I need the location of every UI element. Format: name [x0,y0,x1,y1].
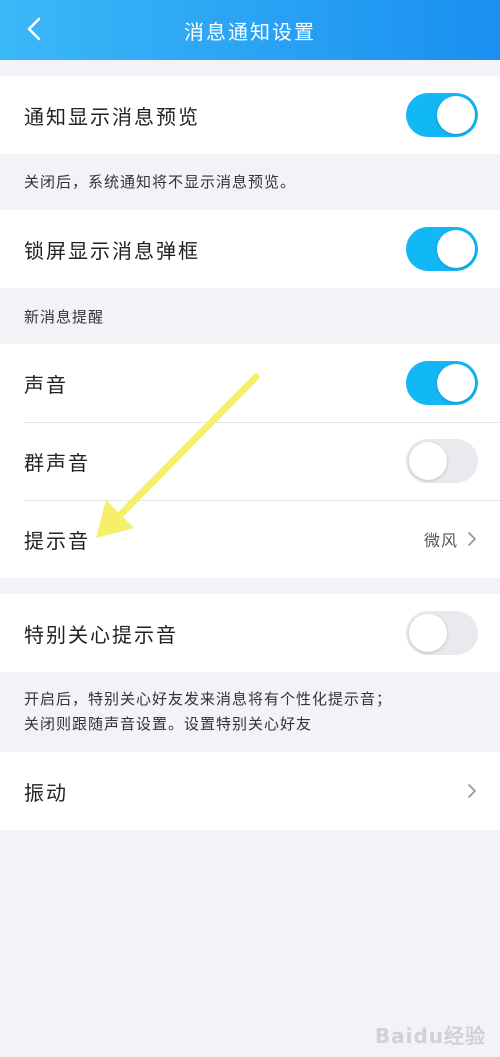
vibration-label: 振动 [24,780,68,805]
preview-note: 关闭后，系统通知将不显示消息预览。 [24,172,297,191]
chevron-right-icon [468,532,476,546]
lockscreen-popup-toggle[interactable] [406,227,478,271]
message-preview-label: 通知显示消息预览 [24,104,200,129]
special-care-note-line-2: 关闭则跟随声音设置。设置特别关心好友 [24,715,313,733]
row-vibration[interactable]: 振动 [0,752,500,830]
section-special-care: 特别关心提示音 [0,594,500,672]
back-chevron-icon[interactable] [20,14,50,44]
section-vibration: 振动 [0,752,500,830]
toggle-knob [409,614,447,652]
special-care-tone-label: 特别关心提示音 [24,622,178,647]
group-sound-label: 群声音 [24,450,90,475]
row-message-preview[interactable]: 通知显示消息预览 [0,76,500,154]
watermark-logo: Baidu经验 [374,1024,486,1048]
section-new-message: 声音 群声音 提示音 微风 [0,344,500,578]
row-sound[interactable]: 声音 [0,344,500,422]
toggle-knob [409,442,447,480]
message-preview-toggle[interactable] [406,93,478,137]
special-care-tone-toggle[interactable] [406,611,478,655]
chevron-right-icon [468,784,476,798]
group-sound-toggle[interactable] [406,439,478,483]
notification-tone-label: 提示音 [24,528,90,553]
header-bar: 消息通知设置 [0,0,500,60]
section-preview: 通知显示消息预览 [0,76,500,154]
row-notification-tone[interactable]: 提示音 微风 [0,500,500,578]
lockscreen-popup-label: 锁屏显示消息弹框 [24,238,200,263]
page-title: 消息通知设置 [184,19,316,44]
toggle-knob [437,230,475,268]
toggle-knob [437,96,475,134]
new-message-group-title: 新消息提醒 [24,307,105,326]
row-special-care-tone[interactable]: 特别关心提示音 [0,594,500,672]
section-lockscreen: 锁屏显示消息弹框 [0,210,500,288]
special-care-note: 开启后，特别关心好友发来消息将有个性化提示音； 关闭则跟随声音设置。设置特别关心… [0,672,500,752]
notification-tone-value-group: 微风 [424,527,478,551]
toggle-knob [437,364,475,402]
notification-tone-value: 微风 [423,531,458,550]
sound-toggle[interactable] [406,361,478,405]
row-lockscreen-popup[interactable]: 锁屏显示消息弹框 [0,210,500,288]
sound-label: 声音 [24,372,68,397]
special-care-note-line-1: 开启后，特别关心好友发来消息将有个性化提示音； [24,690,393,708]
row-group-sound[interactable]: 群声音 [0,422,500,500]
